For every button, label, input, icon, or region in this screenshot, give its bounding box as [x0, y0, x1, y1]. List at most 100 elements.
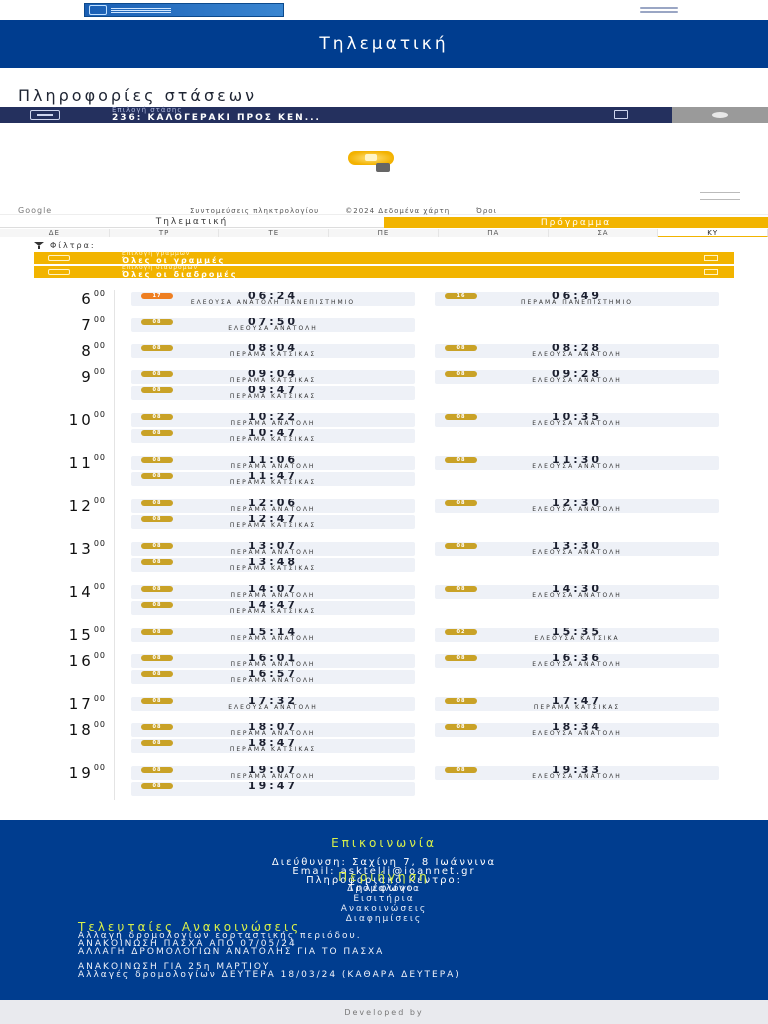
hour-minutes: 00: [93, 453, 106, 462]
day-tab[interactable]: ΤΕ: [219, 229, 330, 237]
departure-destination: ΠΕΡΑΜΑ ΠΑΝΕΠΙΣΤΗΜΙΟ: [520, 299, 634, 306]
hour-label: 1000: [0, 410, 106, 429]
hour-value: 11: [68, 454, 94, 472]
departure-destination: ΠΕΡΑΜΑ ΑΝΑΤΟΛΗ: [230, 773, 316, 780]
departure-item[interactable]: 08 11:30 ΕΛΕΟΥΣΑ ΑΝΑΤΟΛΗ: [435, 456, 719, 470]
hour-label: 1800: [0, 720, 106, 739]
hour-minutes: 00: [93, 410, 106, 419]
news-item[interactable]: ΑΛΛΑΓΗ ΔΡΟΜΟΛΟΓΙΩΝ ΑΝΑΤΟΛΗΣ ΓΙΑ ΤΟ ΠΑΣΧΑ: [78, 948, 698, 957]
departure-item[interactable]: 02 15:35 ΕΛΕΟΥΣΑ ΚΑΤΣΙΚΑ: [435, 628, 719, 642]
departure-destination: ΠΕΡΑΜΑ ΑΝΑΤΟΛΗ: [230, 506, 316, 513]
departure-destination: ΕΛΕΟΥΣΑ ΑΝΑΤΟΛΗ: [532, 377, 622, 384]
departure-item[interactable]: 08 17:47 ΠΕΡΑΜΑ ΚΑΤΣΙΚΑΣ: [435, 697, 719, 711]
day-tab[interactable]: ΠΕ: [329, 229, 439, 237]
departure-item[interactable]: 08 13:48 ΠΕΡΑΜΑ ΚΑΤΣΙΚΑΣ: [131, 558, 415, 572]
departure-item[interactable]: 08 18:47 ΠΕΡΑΜΑ ΚΑΤΣΙΚΑΣ: [131, 739, 415, 753]
zoom-out-icon[interactable]: [700, 199, 740, 200]
departure-item[interactable]: 08 14:30 ΕΛΕΟΥΣΑ ΑΝΑΤΟΛΗ: [435, 585, 719, 599]
hour-label: 1200: [0, 496, 106, 515]
departure-item[interactable]: 08 12:06 ΠΕΡΑΜΑ ΑΝΑΤΟΛΗ: [131, 499, 415, 513]
departure-item[interactable]: 16 06:49 ΠΕΡΑΜΑ ΠΑΝΕΠΙΣΤΗΜΙΟ: [435, 292, 719, 306]
hour-minutes: 00: [93, 367, 106, 376]
departure-destination: ΠΕΡΑΜΑ ΚΑΤΣΙΚΑΣ: [229, 565, 317, 572]
departure-item[interactable]: 08 16:57 ΠΕΡΑΜΑ ΑΝΑΤΟΛΗ: [131, 670, 415, 684]
footer-link-announcements[interactable]: Ανακοινώσεις: [0, 904, 768, 914]
departure-item[interactable]: 08 09:28 ΕΛΕΟΥΣΑ ΑΝΑΤΟΛΗ: [435, 370, 719, 384]
departure-item[interactable]: 08 10:35 ΕΛΕΟΥΣΑ ΑΝΑΤΟΛΗ: [435, 413, 719, 427]
site-logo[interactable]: [84, 3, 284, 17]
departure-item[interactable]: 08 17:32 ΕΛΕΟΥΣΑ ΑΝΑΤΟΛΗ: [131, 697, 415, 711]
footer-link-routes[interactable]: Δρομολόγια: [0, 884, 768, 894]
tab-telematics[interactable]: Τηλεματική: [0, 217, 384, 228]
departure-item[interactable]: 08 11:47 ΠΕΡΑΜΑ ΚΑΤΣΙΚΑΣ: [131, 472, 415, 486]
bus-stop-marker-icon[interactable]: [348, 151, 394, 173]
menu-icon[interactable]: [640, 7, 678, 13]
day-tab[interactable]: ΔΕ: [0, 229, 110, 237]
terms-link[interactable]: Όροι: [476, 207, 497, 215]
hour-minutes: 00: [93, 341, 106, 350]
hour-value: 6: [81, 290, 94, 308]
map-toggle-button[interactable]: [672, 107, 768, 123]
hour-value: 15: [68, 626, 94, 644]
page-title: Πληροφορίες στάσεων: [18, 86, 258, 105]
departure-destination: ΠΕΡΑΜΑ ΑΝΑΤΟΛΗ: [230, 730, 316, 737]
zoom-in-icon[interactable]: [700, 192, 740, 193]
departure-item[interactable]: 08 16:36 ΕΛΕΟΥΣΑ ΑΝΑΤΟΛΗ: [435, 654, 719, 668]
schedule-list: 6 00 17 06:24 ΕΛΕΟΥΣΑ ΑΝΑΤΟΛΗ ΠΑΝΕΠΙΣΤΗΜΙΟ 16…: [0, 290, 768, 800]
departure-item[interactable]: 08 09:47 ΠΕΡΑΜΑ ΚΑΤΣΙΚΑΣ: [131, 386, 415, 400]
departure-item[interactable]: 08 10:22 ΠΕΡΑΜΑ ΑΝΑΤΟΛΗ: [131, 413, 415, 427]
day-tab[interactable]: ΚΥ: [658, 229, 768, 237]
hour-minutes: 00: [93, 694, 106, 703]
day-tab[interactable]: ΠΑ: [438, 229, 549, 237]
departure-destination: ΕΛΕΟΥΣΑ ΑΝΑΤΟΛΗ: [532, 592, 622, 599]
departure-destination: ΠΕΡΑΜΑ ΚΑΤΣΙΚΑΣ: [229, 522, 317, 529]
departure-destination: ΠΕΡΑΜΑ ΚΑΤΣΙΚΑΣ: [229, 377, 317, 384]
departure-item[interactable]: 08 19:07 ΠΕΡΑΜΑ ΑΝΑΤΟΛΗ: [131, 766, 415, 780]
stop-selector[interactable]: Επιλογή στάσης 236: ΚΑΛΟΓΕΡΑΚΙ ΠΡΟΣ ΚΕΝ.…: [0, 107, 672, 123]
departure-item[interactable]: 08 19:47: [131, 782, 415, 796]
dropdown-icon: [704, 269, 718, 275]
developer-bar: Developed by: [0, 1000, 768, 1024]
departure-item[interactable]: 08 11:06 ΠΕΡΑΜΑ ΑΝΑΤΟΛΗ: [131, 456, 415, 470]
departure-item[interactable]: 08 14:07 ΠΕΡΑΜΑ ΑΝΑΤΟΛΗ: [131, 585, 415, 599]
hour-label: 700: [0, 315, 106, 334]
departure-item[interactable]: 08 08:28 ΕΛΕΟΥΣΑ ΑΝΑΤΟΛΗ: [435, 344, 719, 358]
hour-value: 13: [68, 540, 94, 558]
route-filter-select[interactable]: Επιλογή γραμμών Όλες οι γραμμές: [34, 251, 734, 264]
hour-label: 1100: [0, 453, 106, 472]
departure-item[interactable]: 08 18:34 ΕΛΕΟΥΣΑ ΑΝΑΤΟΛΗ: [435, 723, 719, 737]
departure-item[interactable]: 08 10:47 ΠΕΡΑΜΑ ΚΑΤΣΙΚΑΣ: [131, 429, 415, 443]
departure-item[interactable]: 08 13:30 ΕΛΕΟΥΣΑ ΑΝΑΤΟΛΗ: [435, 542, 719, 556]
map-view[interactable]: [0, 123, 768, 215]
departure-item[interactable]: 08 13:07 ΠΕΡΑΜΑ ΑΝΑΤΟΛΗ: [131, 542, 415, 556]
departure-destination: ΕΛΕΟΥΣΑ ΑΝΑΤΟΛΗ: [532, 549, 622, 556]
departure-item[interactable]: 17 06:24 ΕΛΕΟΥΣΑ ΑΝΑΤΟΛΗ ΠΑΝΕΠΙΣΤΗΜΙΟ: [131, 292, 415, 306]
departure-item[interactable]: 08 14:47 ΠΕΡΑΜΑ ΚΑΤΣΙΚΑΣ: [131, 601, 415, 615]
departure-item[interactable]: 08 09:04 ΠΕΡΑΜΑ ΚΑΤΣΙΚΑΣ: [131, 370, 415, 384]
keyboard-shortcuts-link[interactable]: Συντομεύσεις πληκτρολογίου: [190, 207, 319, 215]
departure-destination: ΕΛΕΟΥΣΑ ΑΝΑΤΟΛΗ: [228, 325, 318, 332]
dropdown-icon: [704, 255, 718, 261]
departure-item[interactable]: 08 07:50 ΕΛΕΟΥΣΑ ΑΝΑΤΟΛΗ: [131, 318, 415, 332]
news-item[interactable]: Αλλαγές δρομολογίων ΔΕΥΤΕΡΑ 18/03/24 (ΚΑ…: [78, 971, 698, 980]
departure-item[interactable]: 08 18:07 ΠΕΡΑΜΑ ΑΝΑΤΟΛΗ: [131, 723, 415, 737]
direction-filter-select[interactable]: Επιλογή διαδρομών Όλες οι διαδρομές: [34, 265, 734, 278]
departure-destination: ΠΕΡΑΜΑ ΚΑΤΣΙΚΑΣ: [229, 351, 317, 358]
departure-destination: ΠΕΡΑΜΑ ΚΑΤΣΙΚΑΣ: [229, 608, 317, 615]
departure-item[interactable]: 08 08:04 ΠΕΡΑΜΑ ΚΑΤΣΙΚΑΣ: [131, 344, 415, 358]
departure-item[interactable]: 08 12:30 ΕΛΕΟΥΣΑ ΑΝΑΤΟΛΗ: [435, 499, 719, 513]
day-selector: ΔΕ ΤΡ ΤΕ ΠΕ ΠΑ ΣΑ ΚΥ: [0, 229, 768, 237]
hour-label: 1500: [0, 625, 106, 644]
departure-item[interactable]: 08 16:01 ΠΕΡΑΜΑ ΑΝΑΤΟΛΗ: [131, 654, 415, 668]
hour-value: 7: [81, 316, 94, 334]
departure-item[interactable]: 08 19:33 ΕΛΕΟΥΣΑ ΑΝΑΤΟΛΗ: [435, 766, 719, 780]
footer-link-tickets[interactable]: Εισιτήρια: [0, 894, 768, 904]
map-zoom-controls[interactable]: [688, 185, 752, 207]
departure-destination: ΕΛΕΟΥΣΑ ΑΝΑΤΟΛΗ: [532, 351, 622, 358]
day-tab[interactable]: ΤΡ: [109, 229, 220, 237]
tab-schedule[interactable]: Πρόγραμμα: [384, 217, 768, 228]
hour-minutes: 00: [93, 720, 106, 729]
departure-item[interactable]: 08 12:47 ΠΕΡΑΜΑ ΚΑΤΣΙΚΑΣ: [131, 515, 415, 529]
departure-item[interactable]: 08 15:14 ΠΕΡΑΜΑ ΑΝΑΤΟΛΗ: [131, 628, 415, 642]
day-tab[interactable]: ΣΑ: [548, 229, 659, 237]
